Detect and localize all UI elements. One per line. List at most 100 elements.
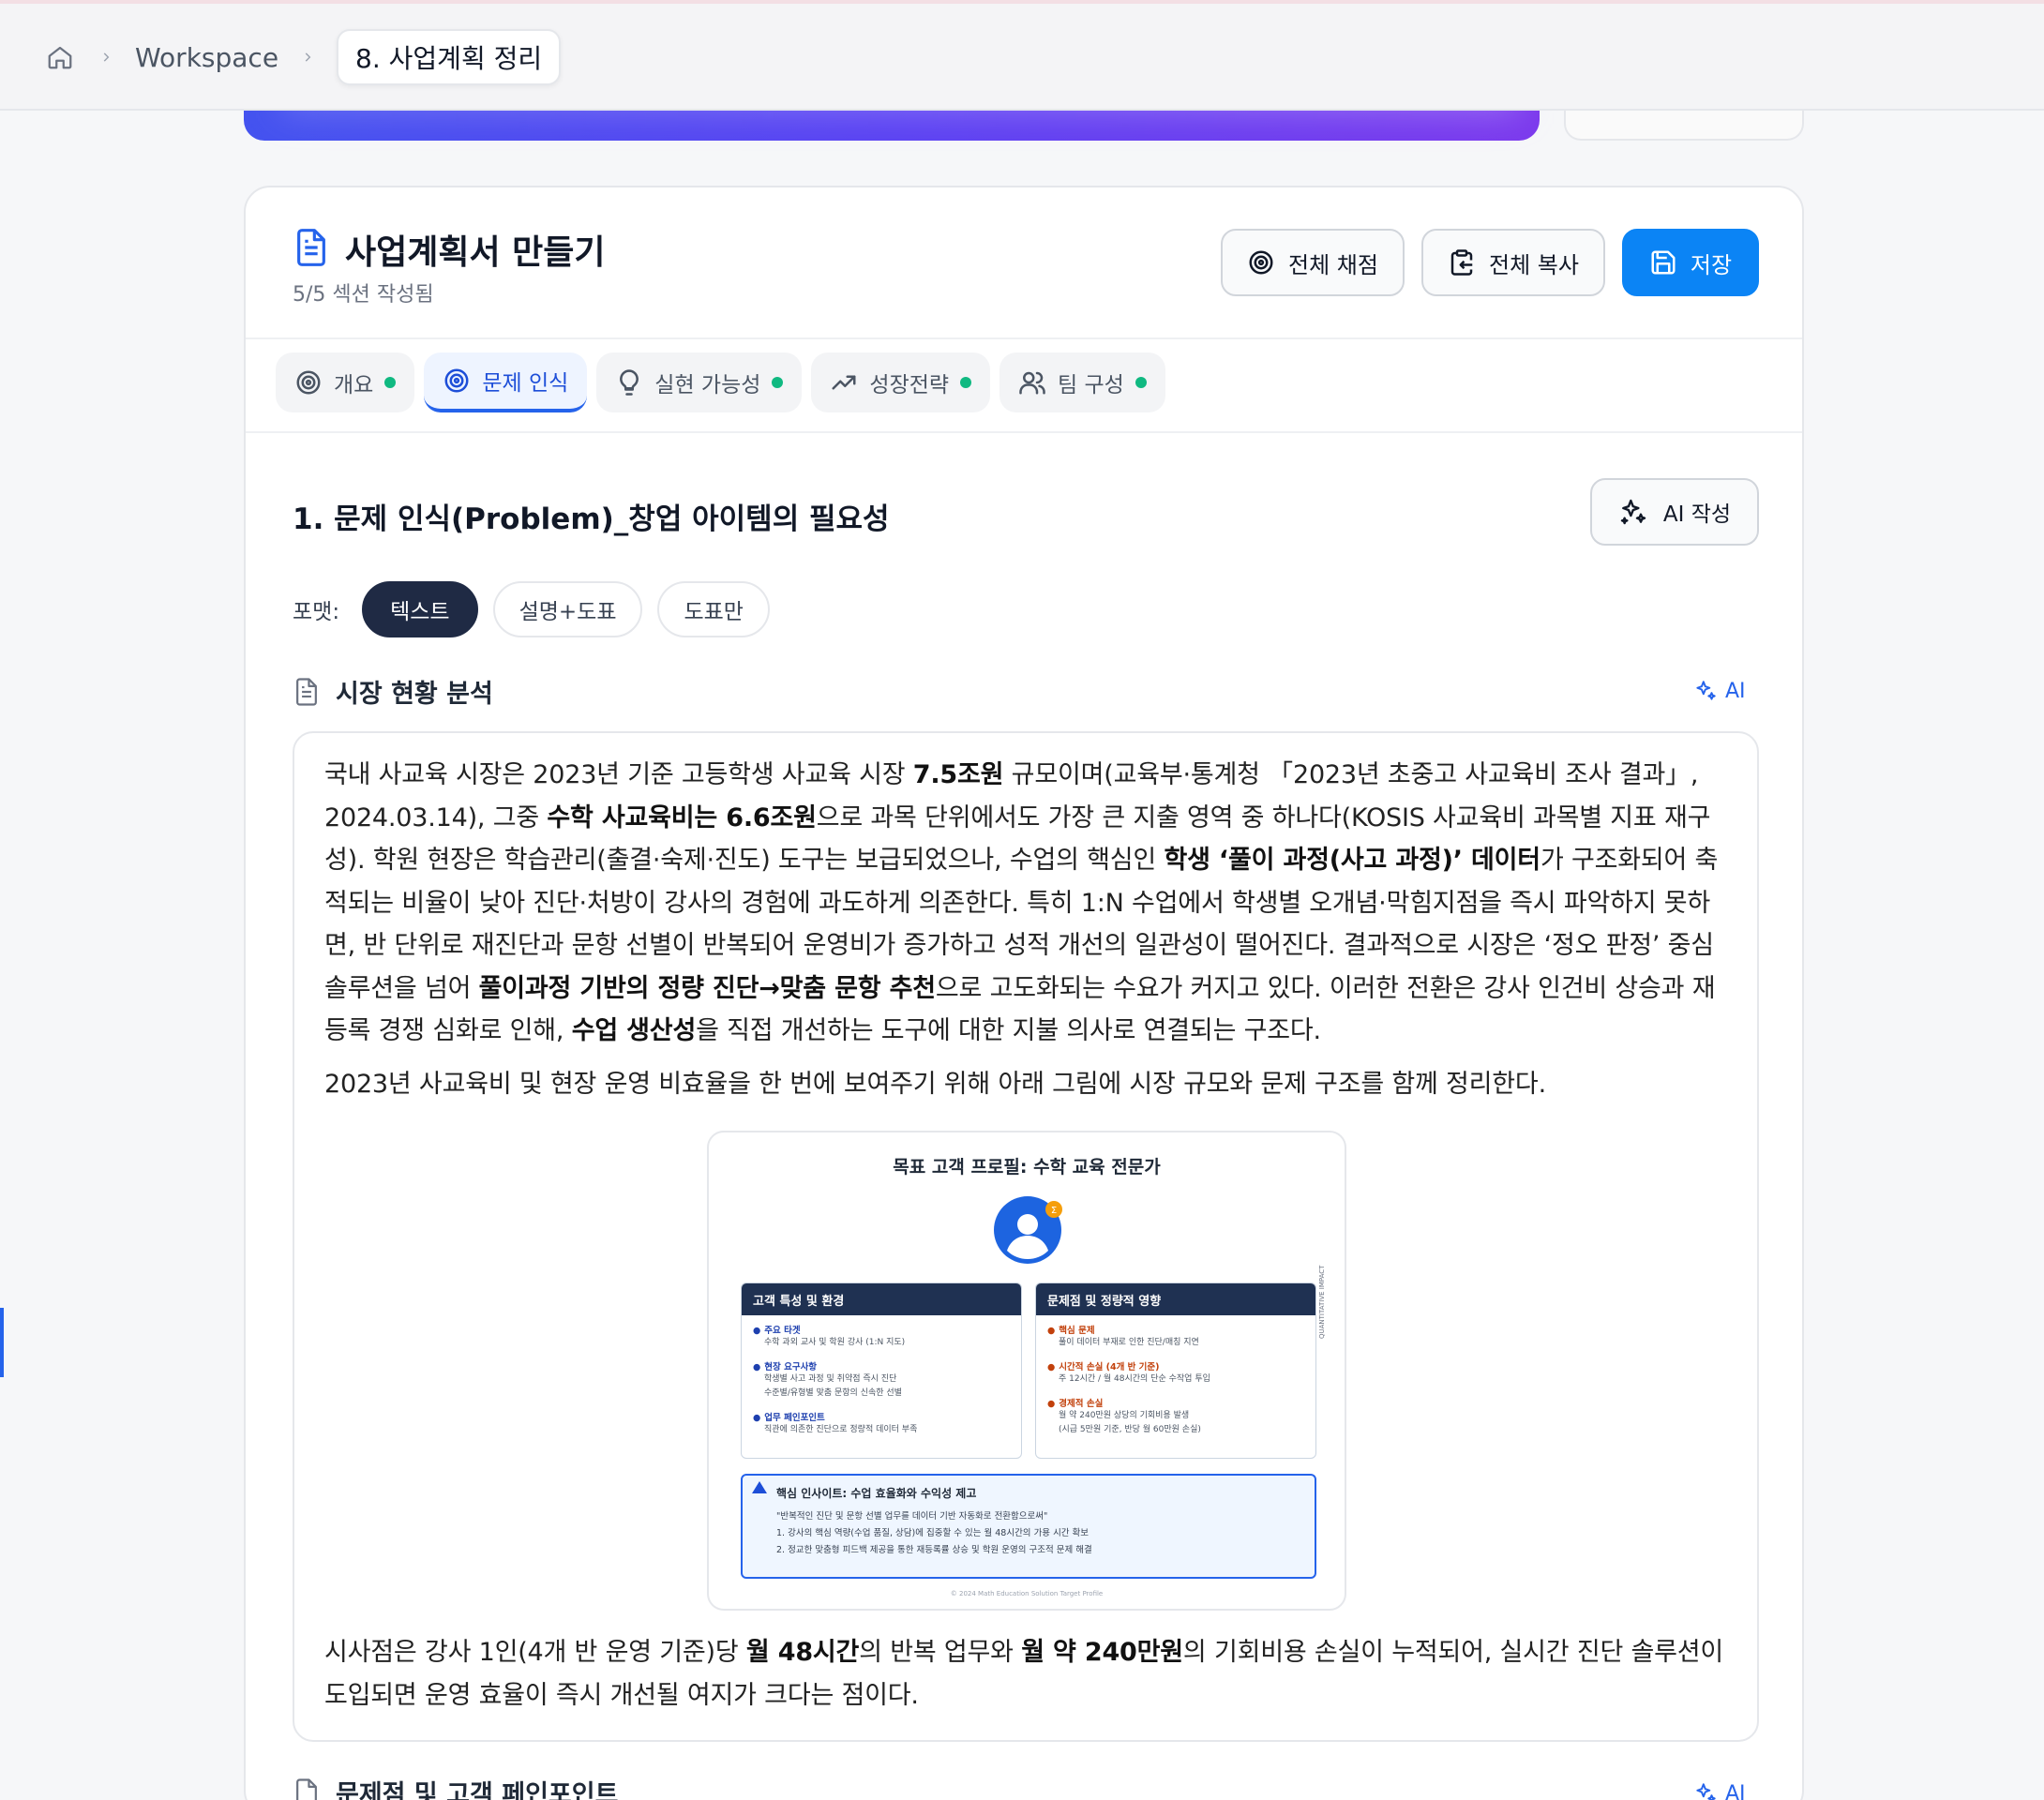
format-label: 포맷:	[293, 600, 340, 624]
tab-label: 실현 가능성	[654, 373, 761, 398]
tabs-divider	[246, 431, 1802, 433]
document-icon	[296, 1778, 317, 1800]
document-icon	[296, 677, 317, 706]
item-key: 핵심 문제	[1047, 1323, 1304, 1336]
insight-box: 핵심 인사이트: 수업 효율화와 수익성 제고 "반복적인 진단 및 문항 선별…	[741, 1474, 1316, 1579]
svg-text:Σ: Σ	[1051, 1206, 1057, 1216]
tab-growth[interactable]: 성장전략	[811, 352, 991, 412]
list-item: 핵심 문제 풀이 데이터 부재로 인한 진단/매칭 지연	[1047, 1323, 1304, 1350]
insight-line: 2. 정교한 맞춤형 피드백 제공을 통한 재등록률 상승 및 학원 운영의 구…	[776, 1545, 1092, 1555]
target-icon	[1249, 250, 1273, 275]
body-text: 의 반복 업무와	[859, 1638, 1022, 1667]
emphasis-text: 수학 사교육비는 6.6조원	[547, 802, 817, 832]
tab-label: 개요	[334, 373, 374, 398]
item-key: 시간적 손실 (4개 반 기준)	[1047, 1359, 1304, 1372]
progress-subtitle: 5/5 섹션 작성됨	[293, 283, 434, 307]
format-text-pill[interactable]: 텍스트	[362, 581, 478, 638]
body-text: 을 직접 개선하는 도구에 대한 지불 의사로 연결되는 구조다.	[696, 1016, 1321, 1045]
users-icon	[1019, 371, 1045, 395]
list-item: 업무 페인포인트 직관에 의존한 진단으로 정량적 데이터 부족	[753, 1410, 1010, 1437]
format-desc-chart-pill[interactable]: 설명+도표	[492, 581, 643, 638]
ai-write-label: AI 작성	[1662, 502, 1732, 527]
tab-problem[interactable]: 문제 인식	[424, 352, 588, 412]
emphasis-text: 학생 ‘풀이 과정(사고 과정)’ 데이터	[1164, 846, 1541, 875]
list-item: 시간적 손실 (4개 반 기준) 주 12시간 / 월 48시간의 단순 수작업…	[1047, 1359, 1304, 1387]
insight-line: "반복적인 진단 및 문항 선별 업무를 데이터 기반 자동화로 전환함으로써"	[776, 1511, 1048, 1522]
breadcrumb-bar: Workspace 8. 사업계획 정리	[0, 0, 2044, 111]
lightbulb-icon	[620, 369, 639, 396]
copy-all-button[interactable]: 전체 복사	[1421, 229, 1605, 296]
emphasis-text: 수업 생산성	[571, 1016, 697, 1045]
trending-up-icon	[832, 375, 856, 390]
subsection-header: 시장 현황 분석	[293, 673, 493, 710]
format-chart-only-pill[interactable]: 도표만	[657, 581, 770, 638]
format-selector: 포맷: 텍스트 설명+도표 도표만	[293, 581, 770, 638]
insight-title: 핵심 인사이트: 수업 효율화와 수익성 제고	[776, 1487, 977, 1500]
subsection-title: 시장 현황 분석	[336, 680, 493, 709]
header-divider	[246, 338, 1802, 339]
breadcrumb-workspace[interactable]: Workspace	[135, 42, 278, 73]
body-text: 시사점은 강사 1인(4개 반 운영 기준)당	[324, 1638, 746, 1667]
insight-line: 1. 강사의 핵심 역량(수업 품질, 상담)에 집중할 수 있는 월 48시간…	[776, 1528, 1090, 1538]
chevron-right-icon	[295, 45, 320, 69]
copy-all-label: 전체 복사	[1489, 251, 1579, 278]
emphasis-text: 월 약 240만원	[1021, 1638, 1183, 1667]
side-label: QUANTITATIVE IMPACT	[1318, 1265, 1326, 1339]
item-line: 학생별 사고 과정 및 취약점 즉시 진단	[764, 1374, 897, 1384]
section-title: 1. 문제 인식(Problem)_창업 아이템의 필요성	[293, 502, 890, 536]
paragraph-implication: 시사점은 강사 1인(4개 반 운영 기준)당 월 48시간의 반복 업무와 월…	[324, 1631, 1731, 1717]
list-item: 현장 요구사항 학생별 사고 과정 및 취약점 즉시 진단 수준별/유형별 맞춤…	[753, 1359, 1010, 1401]
user-avatar-icon: Σ	[992, 1192, 1065, 1266]
item-key: 현장 요구사항	[753, 1359, 1010, 1372]
grade-all-button[interactable]: 전체 채점	[1221, 229, 1405, 296]
status-dot	[1135, 377, 1147, 388]
breadcrumb: Workspace 8. 사업계획 정리	[43, 29, 562, 85]
content-editor[interactable]: 국내 사교육 시장은 2023년 기준 고등학생 사교육 시장 7.5조원 규모…	[293, 731, 1759, 1742]
list-item: 경제적 손실 월 약 240만원 상당의 기회비용 발생 (시급 5만원 기준,…	[1047, 1396, 1304, 1437]
tab-team[interactable]: 팀 구성	[999, 352, 1165, 412]
status-dot	[384, 377, 397, 388]
breadcrumb-current: 8. 사업계획 정리	[337, 29, 562, 85]
status-dot	[772, 377, 784, 388]
next-subsection-ai-button[interactable]: AI	[1693, 1781, 1746, 1800]
target-profile-figure: 목표 고객 프로필: 수학 교육 전문가 Σ 고객 특성 및 환경 주요 타겟 …	[707, 1131, 1346, 1611]
tab-label: 성장전략	[869, 373, 950, 398]
tab-feasibility[interactable]: 실현 가능성	[596, 352, 803, 412]
status-dot	[960, 377, 972, 388]
clipboard-copy-icon	[1450, 249, 1473, 276]
item-line: 직관에 의존한 진단으로 정량적 데이터 부족	[764, 1425, 918, 1434]
grade-all-label: 전체 채점	[1288, 251, 1378, 278]
list-item: 주요 타겟 수학 과외 교사 및 학원 강사 (1:N 지도)	[753, 1323, 1010, 1350]
emphasis-text: 7.5조원	[912, 760, 1004, 789]
target-icon	[296, 370, 321, 395]
section-tabs: 개요 문제 인식 실현 가능성 성장전략 팀 구성	[276, 352, 1165, 412]
figure-footer: © 2024 Math Education Solution Target Pr…	[950, 1590, 1104, 1598]
home-icon[interactable]	[43, 40, 77, 74]
item-key: 업무 페인포인트	[753, 1410, 1010, 1423]
ai-write-button[interactable]: AI 작성	[1590, 478, 1759, 546]
box-header: 문제점 및 정량적 영향	[1036, 1283, 1315, 1315]
tab-overview[interactable]: 개요	[276, 352, 415, 412]
left-accent-bar	[0, 1308, 4, 1377]
emphasis-text: 월 48시간	[745, 1638, 860, 1667]
save-icon	[1651, 250, 1676, 275]
next-subsection-header: 문제점 및 고객 페인포인트	[293, 1774, 618, 1800]
save-button[interactable]: 저장	[1622, 229, 1759, 296]
item-line: 풀이 데이터 부재로 인한 진단/매칭 지연	[1059, 1338, 1199, 1347]
problem-impact-box: 문제점 및 정량적 영향 핵심 문제 풀이 데이터 부재로 인한 진단/매칭 지…	[1035, 1282, 1316, 1459]
card-header: 사업계획서 만들기 5/5 섹션 작성됨 전체 채점 전체 복사 저장	[246, 188, 1802, 338]
customer-traits-box: 고객 특성 및 환경 주요 타겟 수학 과외 교사 및 학원 강사 (1:N 지…	[741, 1282, 1022, 1459]
sparkles-icon	[1696, 681, 1716, 700]
box-header: 고객 특성 및 환경	[742, 1283, 1021, 1315]
subsection-ai-button[interactable]: AI	[1693, 679, 1746, 703]
sparkles-icon	[1696, 1783, 1716, 1800]
business-plan-card: 사업계획서 만들기 5/5 섹션 작성됨 전체 채점 전체 복사 저장 개요 문…	[244, 186, 1804, 1800]
triangle-icon	[752, 1481, 767, 1493]
emphasis-text: 풀이과정 기반의 정량 진단→맞춤 문항 추천	[478, 973, 937, 1003]
item-line: 주 12시간 / 월 48시간의 단순 수작업 투입	[1059, 1374, 1210, 1384]
sparkles-icon	[1620, 499, 1646, 525]
paragraph-figure-intro: 2023년 사교육비 및 현장 운영 비효율을 한 번에 보여주기 위해 아래 …	[324, 1070, 1546, 1099]
target-icon	[444, 368, 469, 393]
page-title: 사업계획서 만들기	[345, 233, 606, 272]
tab-label: 팀 구성	[1058, 373, 1124, 398]
